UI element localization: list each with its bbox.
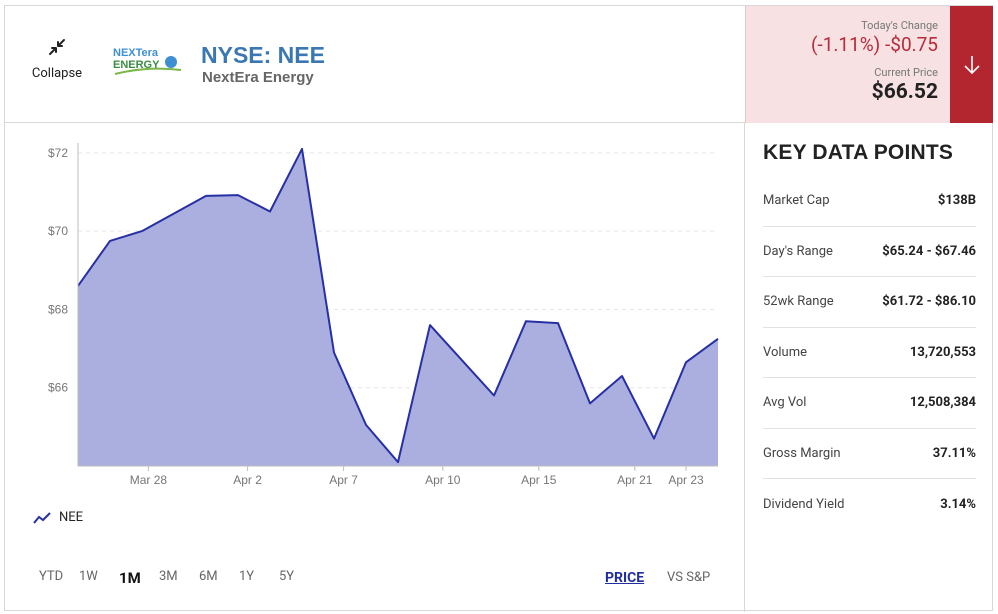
chart-legend: NEE (33, 510, 83, 525)
price-chart[interactable]: $66 $68 $70 $72 Mar 28 Apr 2 Apr 7 Apr 10 Apr 1… (5, 123, 745, 503)
x-tick-label: Apr 15 (521, 473, 557, 487)
legend-series-label: NEE (59, 510, 84, 525)
key-data-value: 37.11% (932, 445, 976, 461)
header: Collapse NEXTera ENERGY NYSE: NEE NextEr… (5, 6, 745, 123)
x-axis-labels: Mar 28 Apr 2 Apr 7 Apr 10 Apr 15 Apr 21 Apr 23 (130, 466, 704, 487)
range-selector: YTD 1W 1M 3M 6M 1Y 5Y (39, 569, 319, 587)
key-data-row: Volume 13,720,553 (763, 328, 976, 378)
collapse-label: Collapse (31, 66, 83, 81)
company-name: NextEra Energy (202, 69, 314, 86)
key-data-row: 52wk Range $61.72 - $86.10 (763, 277, 976, 328)
legend-line-icon (33, 511, 51, 524)
series-area (78, 148, 718, 466)
key-data-label: Gross Margin (763, 445, 841, 461)
key-data-list: Market Cap $138B Day's Range $65.24 - $6… (763, 176, 976, 530)
range-3m-button[interactable]: 3M (159, 569, 199, 587)
key-data-label: Volume (763, 344, 808, 360)
key-data-row: Avg Vol 12,508,384 (763, 378, 976, 429)
key-data-label: 52wk Range (763, 294, 834, 310)
key-data-value: 12,508,384 (909, 395, 976, 411)
key-data-value: $65.24 - $67.46 (882, 243, 976, 259)
collapse-icon (49, 39, 65, 55)
current-price-label: Current Price (874, 66, 938, 79)
ticker-symbol: NYSE: NEE (201, 42, 325, 68)
todays-change-label: Today's Change (861, 19, 938, 32)
key-data-label: Dividend Yield (763, 496, 845, 512)
arrow-down-icon (963, 55, 980, 74)
range-ytd-button[interactable]: YTD (39, 569, 79, 587)
stock-widget: Collapse NEXTera ENERGY NYSE: NEE NextEr… (4, 5, 993, 612)
key-data-label: Market Cap (763, 193, 830, 209)
mode-vs-sp-link[interactable]: VS S&P (667, 570, 710, 585)
mode-price-link[interactable]: PRICE (605, 570, 644, 586)
current-price-value: $66.52 (871, 80, 938, 104)
y-axis-labels: $66 $68 $70 $72 (48, 146, 68, 395)
key-data-value: $138B (937, 193, 976, 209)
y-tick-label: $66 (48, 381, 68, 395)
key-data-panel: KEY DATA POINTS Market Cap $138B Day's R… (746, 123, 993, 612)
key-data-value: $61.72 - $86.10 (882, 294, 976, 310)
range-1m-button[interactable]: 1M (119, 569, 159, 587)
y-tick-label: $72 (48, 146, 68, 160)
key-data-value: 13,720,553 (909, 344, 976, 360)
range-6m-button[interactable]: 6M (199, 569, 239, 587)
key-data-row: Gross Margin 37.11% (763, 429, 976, 479)
range-1y-button[interactable]: 1Y (239, 569, 279, 587)
key-data-value: 3.14% (940, 496, 976, 512)
collapse-button[interactable]: Collapse (27, 38, 87, 81)
price-direction-indicator (950, 6, 993, 123)
todays-change-value: (-1.11%) -$0.75 (810, 33, 938, 56)
key-data-row: Dividend Yield 3.14% (763, 479, 976, 530)
y-tick-label: $70 (48, 224, 68, 238)
x-tick-label: Apr 2 (233, 473, 262, 487)
y-tick-label: $68 (48, 302, 68, 316)
range-5y-button[interactable]: 5Y (279, 569, 319, 587)
key-data-title: KEY DATA POINTS (763, 141, 954, 164)
key-data-label: Avg Vol (763, 395, 807, 411)
key-data-row: Market Cap $138B (763, 176, 976, 227)
company-logo: NEXTera ENERGY (111, 44, 183, 80)
range-1w-button[interactable]: 1W (79, 569, 119, 587)
chart-panel: $66 $68 $70 $72 Mar 28 Apr 2 Apr 7 Apr 10 Apr 1… (5, 123, 745, 612)
x-tick-label: Apr 7 (329, 473, 358, 487)
x-tick-label: Apr 21 (617, 473, 653, 487)
quote-box: Today's Change (-1.11%) -$0.75 Current P… (745, 6, 950, 123)
key-data-row: Day's Range $65.24 - $67.46 (763, 227, 976, 277)
x-tick-label: Mar 28 (130, 473, 168, 487)
key-data-label: Day's Range (763, 243, 833, 259)
x-tick-label: Apr 23 (668, 473, 704, 487)
x-tick-label: Apr 10 (425, 473, 461, 487)
logo-text-top: NEXTera (113, 47, 159, 59)
